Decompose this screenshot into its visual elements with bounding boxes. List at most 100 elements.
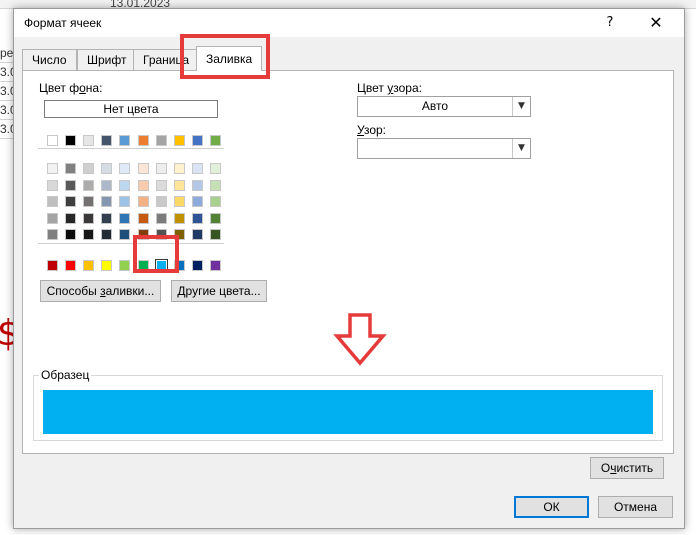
color-swatch[interactable] [174,163,185,174]
color-swatch[interactable] [47,196,58,208]
more-colors-button[interactable]: Другие цвета... [171,280,267,302]
color-swatch[interactable] [65,212,76,224]
color-swatch[interactable] [174,260,185,271]
color-swatch[interactable] [47,212,58,224]
color-swatch[interactable] [192,179,203,191]
color-swatch[interactable] [65,179,76,191]
color-swatch[interactable] [83,163,94,174]
fill-panel: Цвет фона: Нет цвета Способы заливки... … [22,70,674,479]
color-swatch[interactable] [210,260,221,271]
color-swatch[interactable] [101,212,112,224]
color-swatch[interactable] [83,179,94,191]
color-swatch[interactable] [138,212,149,224]
pattern-color-value: Авто [421,99,449,113]
color-swatch[interactable] [101,163,112,174]
color-swatch[interactable] [192,212,203,224]
color-swatch[interactable] [174,229,185,241]
color-swatch[interactable] [156,229,167,241]
dialog-titlebar: Формат ячеек ? ✕ [14,9,684,37]
color-swatch[interactable] [192,229,203,241]
tab-number[interactable]: Число [22,49,77,70]
color-swatch[interactable] [101,135,112,146]
color-swatch[interactable] [47,229,58,241]
color-swatch[interactable] [83,260,94,271]
color-swatch[interactable] [156,212,167,224]
color-swatch[interactable] [65,196,76,208]
color-swatch[interactable] [119,260,130,271]
sheet-cell[interactable]: ре [0,44,14,63]
color-swatch[interactable] [101,179,112,191]
color-swatch[interactable] [192,196,203,208]
color-swatch[interactable] [101,196,112,208]
color-swatch[interactable] [119,179,130,191]
pattern-color-select[interactable]: Авто ▼ [357,96,531,117]
color-swatch[interactable] [192,163,203,174]
color-swatch[interactable] [192,260,203,271]
color-swatch[interactable] [83,229,94,241]
color-swatch[interactable] [47,135,58,146]
color-swatch[interactable] [119,135,130,146]
chevron-down-icon[interactable]: ▼ [512,97,530,116]
color-swatch[interactable] [83,135,94,146]
sheet-cell[interactable]: 3.0 [0,82,14,101]
palette-divider [38,148,224,149]
color-swatch[interactable] [174,135,185,146]
pattern-style-select[interactable]: ▼ [357,138,531,159]
color-swatch[interactable] [83,196,94,208]
pattern-label: Узор: [357,123,387,137]
color-swatch[interactable] [47,179,58,191]
color-swatch[interactable] [119,163,130,174]
color-swatch[interactable] [138,163,149,174]
color-swatch[interactable] [138,196,149,208]
close-button[interactable]: ✕ [636,11,676,35]
color-swatch[interactable] [101,229,112,241]
sheet-cell[interactable]: 3.0 [0,101,14,120]
color-swatch[interactable] [138,229,149,241]
color-swatch[interactable] [138,260,149,271]
color-swatch[interactable] [101,260,112,271]
color-swatch[interactable] [156,179,167,191]
sheet-cell[interactable]: 3.0 [0,63,14,82]
color-swatch[interactable] [65,135,76,146]
color-swatch[interactable] [210,163,221,174]
tab-fill[interactable]: Заливка [196,46,263,71]
color-swatch[interactable] [210,135,221,146]
help-button[interactable]: ? [590,11,630,35]
chevron-down-icon[interactable]: ▼ [512,139,530,158]
color-swatch[interactable] [119,196,130,208]
sample-label: Образец [39,368,92,382]
tab-border[interactable]: Граница [133,49,200,70]
color-swatch[interactable] [174,196,185,208]
color-swatch[interactable] [47,163,58,174]
no-color-button[interactable]: Нет цвета [44,100,218,118]
color-swatch[interactable] [210,196,221,208]
color-swatch[interactable] [155,259,168,272]
ok-button[interactable]: ОК [514,496,589,518]
bg-color-label: Цвет фона: [39,81,103,95]
color-swatch[interactable] [119,229,130,241]
color-swatch[interactable] [138,135,149,146]
color-swatch[interactable] [65,163,76,174]
color-swatch[interactable] [65,229,76,241]
sheet-cell[interactable]: 3.0 [0,120,14,139]
color-swatch[interactable] [65,260,76,271]
color-swatch[interactable] [174,212,185,224]
color-swatch[interactable] [119,212,130,224]
color-swatch[interactable] [192,135,203,146]
color-swatch[interactable] [210,179,221,191]
color-swatch[interactable] [47,260,58,271]
tab-font[interactable]: Шрифт [77,49,137,70]
color-swatch[interactable] [156,196,167,208]
clear-button[interactable]: Очистить [590,457,664,479]
color-swatch[interactable] [210,212,221,224]
color-swatch[interactable] [156,135,167,146]
down-arrow-icon [333,313,387,366]
cancel-button[interactable]: Отмена [598,496,673,518]
color-swatch[interactable] [210,229,221,241]
fill-effects-button[interactable]: Способы заливки... [40,280,161,302]
color-swatch[interactable] [156,163,167,174]
color-swatch[interactable] [174,179,185,191]
color-swatch[interactable] [138,179,149,191]
tab-strip: Число Шрифт Граница Заливка [22,46,672,71]
color-swatch[interactable] [83,212,94,224]
